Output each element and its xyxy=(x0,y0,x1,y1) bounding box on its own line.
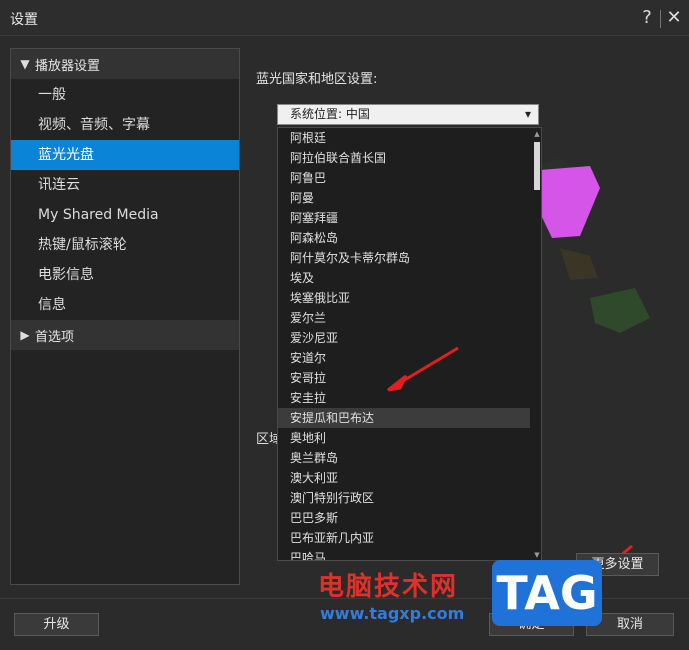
sidebar-item-hotkeys[interactable]: 热键/鼠标滚轮 xyxy=(11,230,239,260)
sidebar-item-my-shared-media[interactable]: My Shared Media xyxy=(11,200,239,230)
sidebar-item-info[interactable]: 信息 xyxy=(11,290,239,320)
upgrade-button[interactable]: 升级 xyxy=(14,613,99,636)
section-label: 首选项 xyxy=(35,329,75,345)
dropdown-item[interactable]: 阿森松岛 xyxy=(278,228,530,248)
region-settings-heading: 蓝光国家和地区设置: xyxy=(256,72,378,87)
dropdown-item[interactable]: 巴巴多斯 xyxy=(278,508,530,528)
sidebar-item-video-audio-subtitle[interactable]: 视频、音频、字幕 xyxy=(11,110,239,140)
dropdown-items: 阿根廷 阿拉伯联合酋长国 阿鲁巴 阿曼 阿塞拜疆 阿森松岛 阿什莫尔及卡蒂尔群岛 埃及 埃塞俄比… xyxy=(278,128,530,560)
dropdown-item[interactable]: 阿拉伯联合酋长国 xyxy=(278,148,530,168)
scrollbar-thumb[interactable] xyxy=(534,142,540,190)
dropdown-item[interactable]: 奥兰群岛 xyxy=(278,448,530,468)
title-bar xyxy=(0,0,689,36)
chevron-right-icon: ▶ xyxy=(20,328,30,342)
sidebar-item-cyberlink-cloud[interactable]: 讯连云 xyxy=(11,170,239,200)
watermark-logo: TAG xyxy=(492,560,602,626)
scroll-up-icon[interactable]: ▲ xyxy=(532,130,541,138)
dropdown-item[interactable]: 巴布亚新几内亚 xyxy=(278,528,530,548)
dropdown-item[interactable]: 阿曼 xyxy=(278,188,530,208)
region-combobox[interactable]: 系统位置: 中国 xyxy=(277,104,539,125)
dropdown-item[interactable]: 爱沙尼亚 xyxy=(278,328,530,348)
sidebar-item-movie-info[interactable]: 电影信息 xyxy=(11,260,239,290)
help-icon[interactable]: ? xyxy=(636,6,658,30)
dropdown-item[interactable]: 埃及 xyxy=(278,268,530,288)
dropdown-item[interactable]: 奥地利 xyxy=(278,428,530,448)
dropdown-item[interactable]: 埃塞俄比亚 xyxy=(278,288,530,308)
scroll-down-icon[interactable]: ▼ xyxy=(532,551,541,559)
watermark-url: www.tagxp.com xyxy=(320,604,465,623)
dropdown-item[interactable]: 巴哈马 xyxy=(278,548,530,560)
dropdown-item[interactable]: 阿鲁巴 xyxy=(278,168,530,188)
window-title: 设置 xyxy=(10,12,38,28)
country-dropdown-list[interactable]: 阿根廷 阿拉伯联合酋长国 阿鲁巴 阿曼 阿塞拜疆 阿森松岛 阿什莫尔及卡蒂尔群岛 埃及 埃塞俄比… xyxy=(277,127,542,561)
dropdown-item[interactable]: 安提瓜和巴布达 xyxy=(278,408,530,428)
section-label: 播放器设置 xyxy=(35,58,101,74)
dropdown-item[interactable]: 澳门特别行政区 xyxy=(278,488,530,508)
settings-sidebar: ▼ 播放器设置 一般 视频、音频、字幕 蓝光光盘 讯连云 My Shared M… xyxy=(10,48,240,585)
sidebar-item-general[interactable]: 一般 xyxy=(11,80,239,110)
dropdown-item[interactable]: 安道尔 xyxy=(278,348,530,368)
dropdown-item[interactable]: 阿根廷 xyxy=(278,128,530,148)
dropdown-item[interactable]: 澳大利亚 xyxy=(278,468,530,488)
section-preferences[interactable]: ▶ 首选项 xyxy=(11,320,239,350)
dropdown-scrollbar[interactable] xyxy=(532,128,541,560)
dropdown-item[interactable]: 阿塞拜疆 xyxy=(278,208,530,228)
dropdown-item[interactable]: 阿什莫尔及卡蒂尔群岛 xyxy=(278,248,530,268)
sidebar-item-bluray[interactable]: 蓝光光盘 xyxy=(11,140,239,170)
watermark-site-name: 电脑技术网 xyxy=(318,572,459,602)
title-divider xyxy=(660,10,661,28)
chevron-down-icon[interactable]: ▾ xyxy=(518,104,538,125)
dropdown-item[interactable]: 安哥拉 xyxy=(278,368,530,388)
chevron-down-icon: ▼ xyxy=(20,57,30,71)
close-icon[interactable]: ✕ xyxy=(663,6,685,30)
dropdown-item[interactable]: 安圭拉 xyxy=(278,388,530,408)
section-player-settings[interactable]: ▼ 播放器设置 xyxy=(11,49,239,79)
dropdown-item[interactable]: 爱尔兰 xyxy=(278,308,530,328)
